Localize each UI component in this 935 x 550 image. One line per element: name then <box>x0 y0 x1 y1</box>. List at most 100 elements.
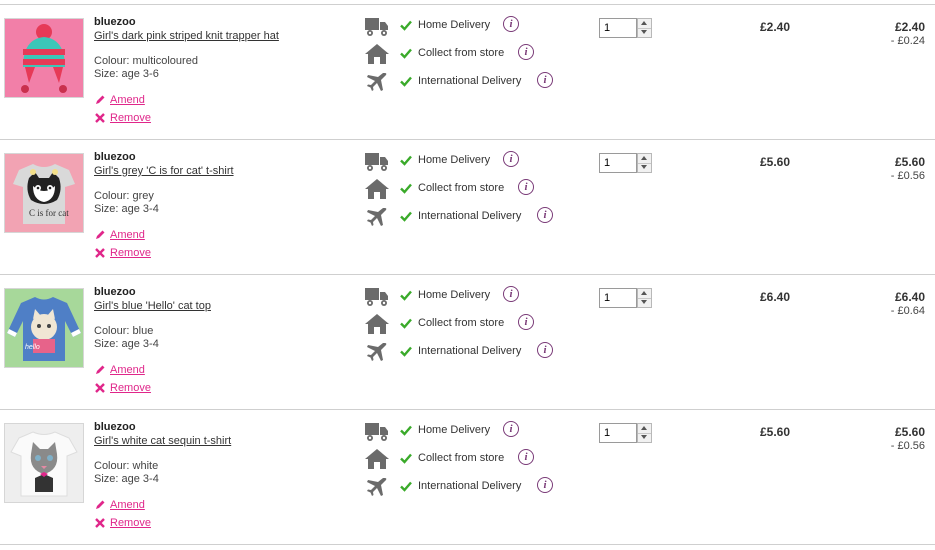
quantity-stepper[interactable] <box>599 18 653 40</box>
delivery-option-international: International Delivery i <box>364 340 564 364</box>
product-name-link[interactable]: Girl's blue 'Hello' cat top <box>94 300 211 312</box>
info-icon[interactable]: i <box>537 342 553 358</box>
info-icon[interactable]: i <box>503 151 519 167</box>
product-size: Size: age 3-4 <box>94 203 159 215</box>
airplane-icon <box>364 340 390 364</box>
product-image-hello-cat-top[interactable]: hello <box>4 288 84 368</box>
store-house-icon <box>364 447 390 471</box>
remove-label: Remove <box>110 247 151 259</box>
check-icon <box>400 154 412 166</box>
product-size: Size: age 3-4 <box>94 473 159 485</box>
delivery-option-home: Home Delivery i <box>364 14 564 38</box>
product-size: Size: age 3-6 <box>94 68 159 80</box>
quantity-input[interactable] <box>599 18 637 38</box>
quantity-input[interactable] <box>599 423 637 443</box>
info-icon[interactable]: i <box>518 449 534 465</box>
info-icon[interactable]: i <box>537 477 553 493</box>
delivery-option-label: Home Delivery <box>418 289 491 301</box>
info-icon[interactable]: i <box>518 44 534 60</box>
unit-price: £5.60 <box>759 425 790 439</box>
delivery-option-label: Collect from store <box>418 182 505 194</box>
quantity-down-arrow[interactable] <box>638 433 651 442</box>
total-price: £6.40 <box>894 290 925 304</box>
product-size: Size: age 3-4 <box>94 338 159 350</box>
info-icon[interactable]: i <box>518 179 534 195</box>
store-house-icon <box>364 42 390 66</box>
check-icon <box>400 182 412 194</box>
airplane-icon <box>364 475 390 499</box>
product-name-link[interactable]: Girl's dark pink striped knit trapper ha… <box>94 30 279 42</box>
close-icon <box>94 382 106 394</box>
discount-amount: - £0.24 <box>890 35 925 47</box>
check-icon <box>400 480 412 492</box>
quantity-spinner[interactable] <box>637 288 652 308</box>
check-icon <box>400 19 412 31</box>
product-brand: bluezoo <box>94 151 136 163</box>
quantity-stepper[interactable] <box>599 423 653 445</box>
total-price: £5.60 <box>894 155 925 169</box>
check-icon <box>400 317 412 329</box>
total-price: £5.60 <box>894 425 925 439</box>
info-icon[interactable]: i <box>503 16 519 32</box>
delivery-option-home: Home Delivery i <box>364 284 564 308</box>
basket-item-row: bluezoo Girl's dark pink striped knit tr… <box>0 5 935 140</box>
product-name-link[interactable]: Girl's white cat sequin t-shirt <box>94 435 231 447</box>
amend-label: Amend <box>110 499 145 511</box>
quantity-down-arrow[interactable] <box>638 163 651 172</box>
info-icon[interactable]: i <box>537 207 553 223</box>
quantity-spinner[interactable] <box>637 153 652 173</box>
delivery-option-international: International Delivery i <box>364 70 564 94</box>
info-icon[interactable]: i <box>518 314 534 330</box>
delivery-option-label: International Delivery <box>418 75 522 87</box>
delivery-van-icon <box>364 419 390 443</box>
delivery-option-label: International Delivery <box>418 345 522 357</box>
product-name-link[interactable]: Girl's grey 'C is for cat' t-shirt <box>94 165 234 177</box>
check-icon <box>400 47 412 59</box>
delivery-option-store: Collect from store i <box>364 177 564 201</box>
total-price: £2.40 <box>894 20 925 34</box>
discount-amount: - £0.56 <box>890 440 925 452</box>
delivery-option-store: Collect from store i <box>364 447 564 471</box>
check-icon <box>400 452 412 464</box>
info-icon[interactable]: i <box>503 421 519 437</box>
product-colour: Colour: white <box>94 460 159 472</box>
delivery-option-store: Collect from store i <box>364 42 564 66</box>
unit-price: £2.40 <box>759 20 790 34</box>
check-icon <box>400 345 412 357</box>
quantity-spinner[interactable] <box>637 18 652 38</box>
unit-price: £5.60 <box>759 155 790 169</box>
delivery-option-international: International Delivery i <box>364 475 564 499</box>
quantity-spinner[interactable] <box>637 423 652 443</box>
remove-label: Remove <box>110 382 151 394</box>
delivery-option-label: Home Delivery <box>418 154 491 166</box>
unit-price: £6.40 <box>759 290 790 304</box>
info-icon[interactable]: i <box>503 286 519 302</box>
quantity-stepper[interactable] <box>599 288 653 310</box>
product-brand: bluezoo <box>94 16 136 28</box>
product-image-cat-tshirt[interactable]: C is for cat <box>4 153 84 233</box>
quantity-input[interactable] <box>599 153 637 173</box>
delivery-van-icon <box>364 284 390 308</box>
close-icon <box>94 517 106 529</box>
basket-item-row: bluezoo Girl's white cat sequin t-shirt … <box>0 410 935 545</box>
quantity-input[interactable] <box>599 288 637 308</box>
product-image-knit-hat[interactable] <box>4 18 84 98</box>
delivery-option-label: Collect from store <box>418 47 505 59</box>
divider <box>0 544 935 545</box>
quantity-stepper[interactable] <box>599 153 653 175</box>
amend-label: Amend <box>110 94 145 106</box>
product-image-sequin-cat-tshirt[interactable] <box>4 423 84 503</box>
delivery-option-label: Collect from store <box>418 317 505 329</box>
pencil-icon <box>94 364 106 376</box>
close-icon <box>94 247 106 259</box>
delivery-option-home: Home Delivery i <box>364 149 564 173</box>
product-brand: bluezoo <box>94 421 136 433</box>
quantity-down-arrow[interactable] <box>638 28 651 37</box>
product-colour: Colour: blue <box>94 325 154 337</box>
quantity-down-arrow[interactable] <box>638 298 651 307</box>
delivery-option-label: Collect from store <box>418 452 505 464</box>
info-icon[interactable]: i <box>537 72 553 88</box>
discount-amount: - £0.56 <box>890 170 925 182</box>
check-icon <box>400 75 412 87</box>
store-house-icon <box>364 312 390 336</box>
